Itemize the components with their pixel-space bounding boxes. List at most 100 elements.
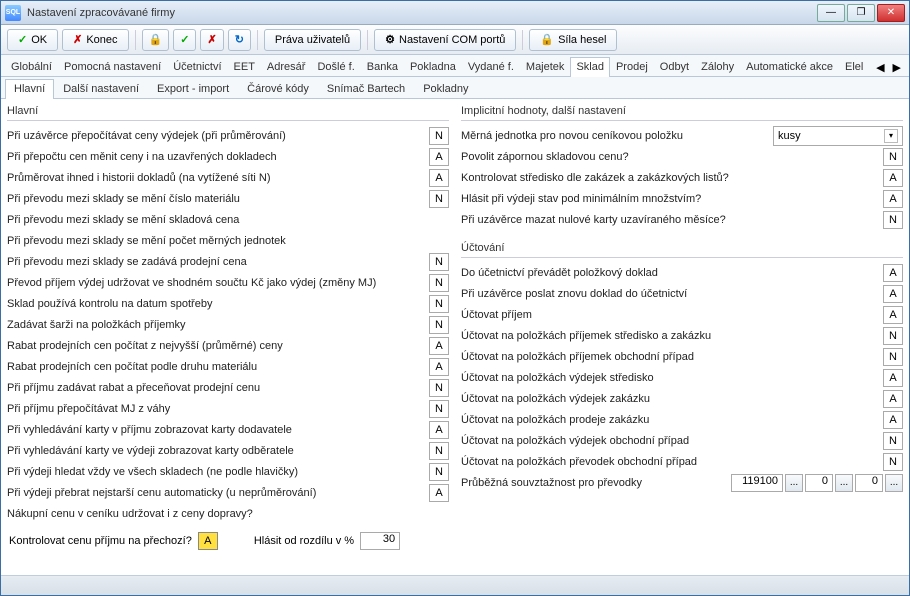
tab-banka[interactable]: Banka: [361, 57, 404, 77]
setting-value[interactable]: N: [429, 316, 449, 334]
tab-pomocnnastaven[interactable]: Pomocná nastavení: [58, 57, 167, 77]
setting-value[interactable]: N: [883, 348, 903, 366]
setting-row: Zadávat šarži na položkách příjemkyN: [7, 314, 449, 335]
tabs-scroll-left[interactable]: ◀: [872, 59, 888, 76]
ellipsis-button-1[interactable]: ...: [785, 474, 803, 492]
tab-dolf[interactable]: Došlé f.: [311, 57, 360, 77]
sila-button[interactable]: 🔒 Síla hesel: [529, 29, 617, 51]
setting-label: Hlásit při výdeji stav pod minimálním mn…: [461, 193, 879, 205]
setting-value[interactable]: A: [429, 358, 449, 376]
setting-label: Při vyhledávání karty v příjmu zobrazova…: [7, 424, 425, 436]
separator: [522, 30, 523, 50]
tab-odbyt[interactable]: Odbyt: [654, 57, 695, 77]
subtab-hlavn[interactable]: Hlavní: [5, 79, 54, 99]
setting-value[interactable]: A: [429, 421, 449, 439]
setting-value[interactable]: N: [883, 327, 903, 345]
setting-value[interactable]: N: [883, 211, 903, 229]
setting-value[interactable]: A: [883, 369, 903, 387]
tabs-scroll-right[interactable]: ▶: [889, 59, 905, 76]
setting-value[interactable]: N: [429, 274, 449, 292]
setting-value[interactable]: A: [883, 390, 903, 408]
refresh-button[interactable]: ↻: [228, 29, 251, 51]
tab-prodej[interactable]: Prodej: [610, 57, 654, 77]
subtab-dalnastaven[interactable]: Další nastavení: [54, 79, 148, 99]
tab-etnictv[interactable]: Účetnictví: [167, 57, 227, 77]
sila-label: Síla hesel: [558, 34, 606, 46]
setting-value[interactable]: A: [883, 169, 903, 187]
setting-row: Při vyhledávání karty v příjmu zobrazova…: [7, 419, 449, 440]
setting-value[interactable]: N: [429, 379, 449, 397]
konec-button[interactable]: ✗ Konec: [62, 29, 128, 51]
setting-value[interactable]: N: [429, 463, 449, 481]
tabs-main: GlobálníPomocná nastaveníÚčetnictvíEETAd…: [1, 55, 909, 77]
kontrolovat-label: Kontrolovat cenu příjmu na přechozí?: [9, 535, 192, 547]
setting-value[interactable]: A: [883, 285, 903, 303]
setting-row: Kontrolovat středisko dle zakázek a zaká…: [461, 167, 903, 188]
apply-button[interactable]: ✓: [173, 29, 196, 51]
setting-value[interactable]: A: [883, 264, 903, 282]
tab-vydanf[interactable]: Vydané f.: [462, 57, 520, 77]
ok-button[interactable]: ✓ OK: [7, 29, 58, 51]
setting-value[interactable]: A: [429, 169, 449, 187]
hlasit-value[interactable]: 30: [360, 532, 400, 550]
group-title-uctovani: Účtování: [461, 240, 903, 258]
com-button[interactable]: ⚙ Nastavení COM portů: [374, 29, 516, 51]
setting-value[interactable]: N: [429, 442, 449, 460]
tab-automatickakce[interactable]: Automatické akce: [740, 57, 839, 77]
setting-value[interactable]: N: [429, 295, 449, 313]
setting-value[interactable]: N: [429, 253, 449, 271]
tab-globln[interactable]: Globální: [5, 57, 58, 77]
titlebar: SQL Nastavení zpracovávané firmy — ❐ ✕: [1, 1, 909, 25]
cross-icon: ✗: [207, 33, 216, 46]
setting-value[interactable]: N: [429, 400, 449, 418]
lock-button[interactable]: 🔒: [142, 29, 170, 51]
tab-majetek[interactable]: Majetek: [520, 57, 571, 77]
setting-value[interactable]: A: [429, 337, 449, 355]
prava-button[interactable]: Práva uživatelů: [264, 29, 361, 51]
subtab-exportimport[interactable]: Export - import: [148, 79, 238, 99]
subtab-snmabartech[interactable]: Snímač Bartech: [318, 79, 414, 99]
unit-label: Měrná jednotka pro novou ceníkovou polož…: [461, 130, 769, 142]
setting-label: Při výdeji přebrat nejstarší cenu automa…: [7, 487, 425, 499]
ellipsis-button-2[interactable]: ...: [835, 474, 853, 492]
setting-row: Při uzávěrce poslat znovu doklad do účet…: [461, 283, 903, 304]
setting-row: Do účetnictví převádět položkový dokladA: [461, 262, 903, 283]
souvz-field-1[interactable]: 119100: [731, 474, 783, 492]
separator: [367, 30, 368, 50]
setting-value[interactable]: N: [883, 432, 903, 450]
subtab-pokladny[interactable]: Pokladny: [414, 79, 477, 99]
tab-zlohy[interactable]: Zálohy: [695, 57, 740, 77]
tab-sklad[interactable]: Sklad: [570, 57, 610, 77]
setting-value[interactable]: A: [883, 306, 903, 324]
tab-elel[interactable]: Elel: [839, 57, 869, 77]
tab-pokladna[interactable]: Pokladna: [404, 57, 462, 77]
tab-eet[interactable]: EET: [228, 57, 261, 77]
refresh-icon: ↻: [235, 33, 244, 46]
setting-value[interactable]: A: [429, 148, 449, 166]
setting-row: Rabat prodejních cen počítat z nejvyšší …: [7, 335, 449, 356]
tab-adres[interactable]: Adresář: [261, 57, 312, 77]
subtab-rovkdy[interactable]: Čárové kódy: [238, 79, 318, 99]
setting-value[interactable]: A: [429, 484, 449, 502]
cancel-button[interactable]: ✗: [200, 29, 223, 51]
maximize-button[interactable]: ❐: [847, 4, 875, 22]
unit-combo[interactable]: kusy ▾: [773, 126, 903, 146]
setting-value[interactable]: N: [883, 148, 903, 166]
setting-value[interactable]: A: [883, 411, 903, 429]
souvz-label: Průběžná souvztažnost pro převodky: [461, 477, 729, 489]
setting-value[interactable]: N: [883, 453, 903, 471]
left-column: Hlavní Při uzávěrce přepočítávat ceny vý…: [1, 99, 455, 575]
kontrolovat-value[interactable]: A: [198, 532, 218, 550]
minimize-button[interactable]: —: [817, 4, 845, 22]
konec-label: Konec: [86, 34, 117, 46]
setting-value[interactable]: N: [429, 127, 449, 145]
souvz-field-3[interactable]: 0: [855, 474, 883, 492]
setting-value[interactable]: N: [429, 190, 449, 208]
souvz-field-2[interactable]: 0: [805, 474, 833, 492]
ellipsis-button-3[interactable]: ...: [885, 474, 903, 492]
setting-label: Při převodu mezi sklady se mění číslo ma…: [7, 193, 425, 205]
setting-label: Povolit zápornou skladovou cenu?: [461, 151, 879, 163]
chevron-down-icon: ▾: [884, 129, 898, 143]
setting-value[interactable]: A: [883, 190, 903, 208]
close-button[interactable]: ✕: [877, 4, 905, 22]
